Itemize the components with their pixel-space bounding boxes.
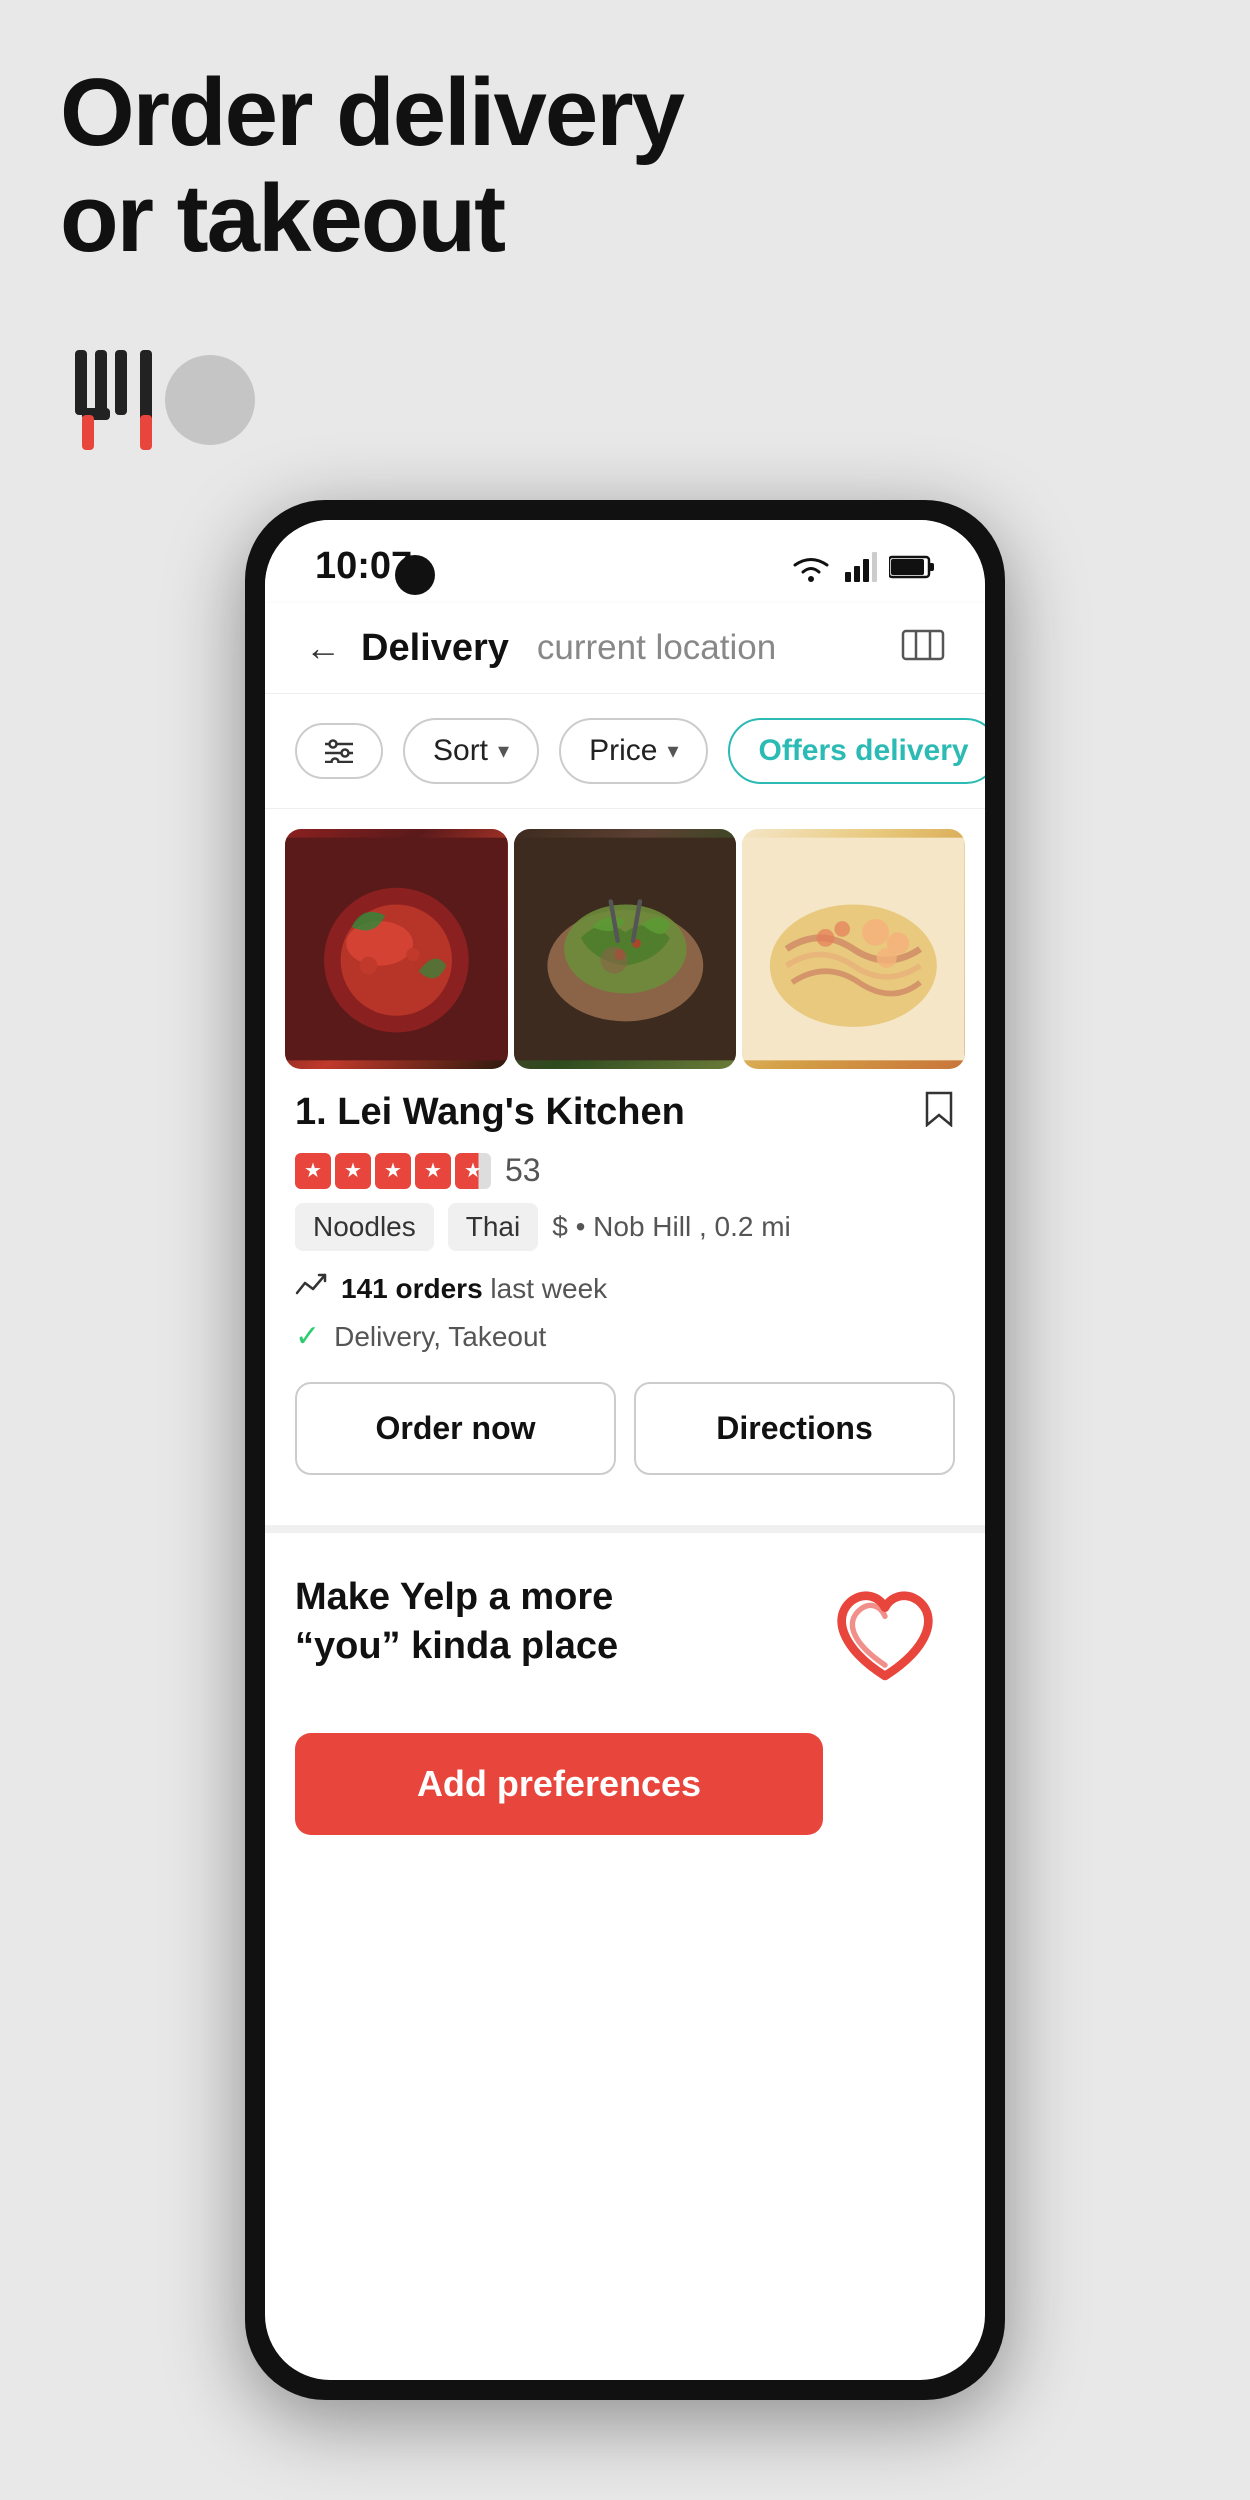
sliders-icon	[325, 739, 353, 763]
card-body: 1. Lei Wang's Kitchen ★ ★ ★ ★ ★	[265, 1069, 985, 1354]
restaurant-name: 1. Lei Wang's Kitchen	[295, 1091, 685, 1134]
prefs-header: Make Yelp a more “you” kinda place	[295, 1573, 955, 1703]
phone-screen: 10:07	[265, 520, 985, 2380]
review-count: 53	[505, 1152, 541, 1189]
delivery-row: ✓ Delivery, Takeout	[295, 1319, 955, 1354]
filter-settings-button[interactable]	[295, 723, 383, 779]
curry-image	[285, 829, 508, 1069]
offers-delivery-button[interactable]: Offers delivery	[728, 718, 985, 784]
check-icon: ✓	[295, 1319, 320, 1354]
food-image-2	[514, 829, 737, 1069]
star-4: ★	[415, 1153, 451, 1189]
star-5-half: ★	[455, 1153, 491, 1189]
nav-location: current location	[537, 628, 776, 668]
preferences-section: Make Yelp a more “you” kinda place Add p…	[265, 1533, 985, 1865]
sort-button[interactable]: Sort ▾	[403, 718, 539, 784]
hero-title: Order delivery or takeout	[60, 60, 1190, 271]
tag-noodles: Noodles	[295, 1203, 434, 1251]
hero-section: Order delivery or takeout	[60, 60, 1190, 271]
nav-title: Delivery	[361, 627, 509, 670]
phone-frame: 10:07	[245, 500, 1005, 2400]
food-images	[265, 809, 985, 1069]
tag-thai: Thai	[448, 1203, 538, 1251]
battery-icon	[889, 555, 935, 579]
sort-chevron: ▾	[498, 738, 509, 764]
star-2: ★	[335, 1153, 371, 1189]
order-now-button[interactable]: Order now	[295, 1382, 616, 1475]
food-image-1	[285, 829, 508, 1069]
delivery-text: Delivery, Takeout	[334, 1321, 546, 1353]
orders-text: 141 orders last week	[341, 1273, 607, 1305]
bookmark-button[interactable]	[923, 1089, 955, 1136]
logo-icon	[60, 340, 180, 460]
prefs-title: Make Yelp a more “you” kinda place	[295, 1573, 618, 1672]
map-icon[interactable]	[901, 623, 945, 673]
restaurant-header: 1. Lei Wang's Kitchen	[295, 1089, 955, 1136]
status-bar: 10:07	[265, 520, 985, 603]
yelp-heart-logo	[815, 1573, 955, 1703]
directions-button[interactable]: Directions	[634, 1382, 955, 1475]
nav-bar: ← Delivery current location	[265, 603, 985, 694]
restaurant-meta: $ • Nob Hill , 0.2 mi	[552, 1211, 791, 1243]
restaurant-card: 1. Lei Wang's Kitchen ★ ★ ★ ★ ★	[265, 809, 985, 1505]
signal-icon	[845, 552, 877, 582]
star-3: ★	[375, 1153, 411, 1189]
star-rating: ★ ★ ★ ★ ★	[295, 1153, 491, 1189]
orders-row: 141 orders last week	[295, 1271, 955, 1307]
food-image-3	[742, 829, 965, 1069]
add-preferences-button[interactable]: Add preferences	[295, 1733, 823, 1835]
wifi-icon	[789, 551, 833, 583]
trending-icon	[295, 1271, 327, 1307]
action-buttons: Order now Directions	[265, 1382, 985, 1475]
tags-row: Noodles Thai $ • Nob Hill , 0.2 mi	[295, 1203, 955, 1251]
filter-bar: Sort ▾ Price ▾ Offers delivery	[265, 694, 985, 809]
noodles-image	[742, 829, 965, 1069]
status-icons	[789, 551, 935, 583]
star-1: ★	[295, 1153, 331, 1189]
price-button[interactable]: Price ▾	[559, 718, 708, 784]
salad-image	[514, 829, 737, 1069]
back-button[interactable]: ←	[305, 627, 341, 669]
camera-dot	[395, 555, 435, 595]
section-divider	[265, 1525, 985, 1533]
rating-row: ★ ★ ★ ★ ★ 53	[295, 1152, 955, 1189]
app-logo	[60, 340, 255, 460]
logo-circle	[165, 355, 255, 445]
price-chevron: ▾	[667, 738, 678, 764]
